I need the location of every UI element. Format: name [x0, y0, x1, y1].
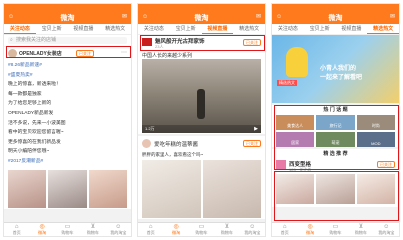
nav-home[interactable]: ⌂ 首页: [138, 223, 163, 236]
post-line: #2017反潮新品#: [8, 158, 44, 164]
tab-bar: 关注动态 宝贝上新 视频直播 精选热文: [138, 24, 265, 35]
tab-new-items[interactable]: 宝贝上新: [36, 24, 68, 34]
top-bar: ☺ 微淘 ✉: [138, 11, 265, 24]
post-line: 明天小编陪伴您哦~: [8, 149, 50, 155]
search-icon: ⌕: [10, 37, 13, 43]
nav-mine[interactable]: ☺ 我的淘宝: [106, 223, 131, 236]
person-figure: [197, 89, 205, 119]
tab-live[interactable]: 视频直播: [201, 24, 234, 34]
tab-bar: 关注动态 宝贝上新 视频直播 精选热文: [272, 24, 399, 35]
nav-mine[interactable]: ☺ 我的淘宝: [374, 223, 399, 236]
tab-articles[interactable]: 精选热文: [233, 24, 265, 34]
phone-screen-articles: ☺ 微淘 ✉ 关注动态 宝贝上新 视频直播 精选热文 精选热文 小青人我们的 一…: [271, 3, 400, 237]
phone-screen-live: ☺ 微淘 ✉ 关注动态 宝贝上新 视频直播 精选热文 魅风般开光古拜家饰 23人…: [137, 3, 266, 237]
post-line: 活不多说，先来一小波美图: [8, 120, 66, 126]
bottom-nav: ⌂ 首页 ◎ 微淘 ▭ 购物车 ⊻ 购物车 ☺ 我的淘宝: [138, 222, 265, 236]
tab-bar: 关注动态 宝贝上新 视频直播 精选热文: [4, 24, 131, 35]
live-thumbnail[interactable]: [142, 160, 201, 218]
live-caption: 胖胖的家里人，喜欢看这个吗~: [142, 152, 204, 157]
banner-text: 一起来了解看吧: [320, 75, 363, 81]
page-title: 微淘: [60, 15, 75, 22]
tab-articles[interactable]: 精选热文: [99, 24, 131, 34]
post-photos: [4, 169, 131, 209]
status-bar: [138, 4, 265, 11]
live-thumbnail[interactable]: [202, 160, 261, 218]
live-video[interactable]: ▶ 1.2万: [142, 59, 261, 133]
nav-message[interactable]: ▭ 购物车: [323, 223, 348, 236]
avatar[interactable]: [142, 139, 151, 148]
post-line: #盛夏热卖#: [8, 72, 33, 78]
post-photo[interactable]: [88, 170, 127, 208]
nav-weitao[interactable]: ◎ 微淘: [29, 223, 54, 236]
top-bar: ☺ 微淘 ✉: [272, 11, 399, 24]
follow-badge[interactable]: 已关注: [243, 140, 261, 147]
tab-new-items[interactable]: 宝贝上新: [304, 24, 336, 34]
nav-message[interactable]: ▭ 购物车: [189, 223, 214, 236]
search-input[interactable]: ⌕ 搜索我关注的店铺: [8, 37, 127, 44]
post-line: #8.26新品新速#: [8, 63, 42, 68]
nav-cart[interactable]: ⊻ 购物车: [348, 223, 373, 236]
highlight-box: [274, 171, 399, 221]
bottom-nav: ⌂ 首页 ◎ 微淘 ▭ 购物车 ⊻ 购物车 ☺ 我的淘宝: [4, 222, 131, 236]
minion-character: [286, 47, 308, 77]
nav-weitao[interactable]: ◎ 微淘: [297, 223, 322, 236]
tab-articles[interactable]: 精选热文: [367, 24, 399, 34]
message-icon[interactable]: ✉: [390, 14, 395, 21]
tab-following[interactable]: 关注动态: [272, 24, 304, 34]
top-bar: ☺ 微淘 ✉: [4, 11, 131, 24]
nav-home[interactable]: ⌂ 首页: [4, 223, 29, 236]
nav-cart[interactable]: ⊻ 购物车: [214, 223, 239, 236]
post-line: 看中的宝贝欢迎您留言喔~: [8, 130, 64, 136]
post-line: 为了给您足够上新的: [8, 101, 52, 107]
post-line: OPENLADY新品新发: [8, 110, 54, 116]
phone-screen-following: ☺ 微淘 ✉ 关注动态 宝贝上新 视频直播 精选热文 ⌕ 搜索我关注的店铺 OP…: [3, 3, 132, 237]
post-line: 每一款都是独家: [8, 91, 42, 97]
nav-cart[interactable]: ⊻ 购物车: [80, 223, 105, 236]
message-icon[interactable]: ✉: [256, 14, 261, 21]
tab-following[interactable]: 关注动态: [4, 24, 36, 34]
post-line: 晚上的惊喜，新透来啦！: [8, 82, 61, 88]
post-photo[interactable]: [48, 170, 87, 208]
tab-live[interactable]: 视频直播: [336, 24, 368, 34]
search-placeholder: 搜索我关注的店铺: [16, 37, 57, 43]
article-banner[interactable]: 精选热文 小青人我们的 一起来了解看吧: [272, 35, 399, 103]
nav-mine[interactable]: ☺ 我的淘宝: [240, 223, 265, 236]
nav-message[interactable]: ▭ 购物车: [55, 223, 80, 236]
highlight-box: [140, 35, 265, 51]
tab-live[interactable]: 视频直播: [68, 24, 100, 34]
page-title: 微淘: [194, 15, 209, 22]
play-icon[interactable]: ▶: [254, 126, 258, 132]
post-line: 更多惊喜的在我们新品发: [8, 139, 61, 145]
banner-tag: 精选热文: [277, 80, 297, 86]
page-title: 微淘: [328, 15, 343, 22]
nav-home[interactable]: ⌂ 首页: [272, 223, 297, 236]
bottom-nav: ⌂ 首页 ◎ 微淘 ▭ 购物车 ⊻ 购物车 ☺ 我的淘宝: [272, 222, 399, 236]
view-count: 1.2万: [145, 126, 155, 131]
banner-text: 小青人我们的: [320, 66, 357, 72]
tab-following[interactable]: 关注动态: [138, 24, 170, 34]
highlight-box: [6, 46, 131, 58]
shop-name[interactable]: 爱吃年糕的温蒂酱: [154, 140, 198, 148]
highlight-box: [274, 105, 399, 170]
message-icon[interactable]: ✉: [122, 14, 127, 21]
tab-new-items[interactable]: 宝贝上新: [170, 24, 202, 34]
status-bar: [272, 4, 399, 11]
status-bar: [4, 4, 131, 11]
nav-weitao[interactable]: ◎ 微淘: [163, 223, 188, 236]
post-photo[interactable]: [8, 170, 47, 208]
post-body: #8.26新品新速# #盛夏热卖# 晚上的惊喜，新透来啦！ 每一款都是独家 为了…: [4, 60, 131, 169]
